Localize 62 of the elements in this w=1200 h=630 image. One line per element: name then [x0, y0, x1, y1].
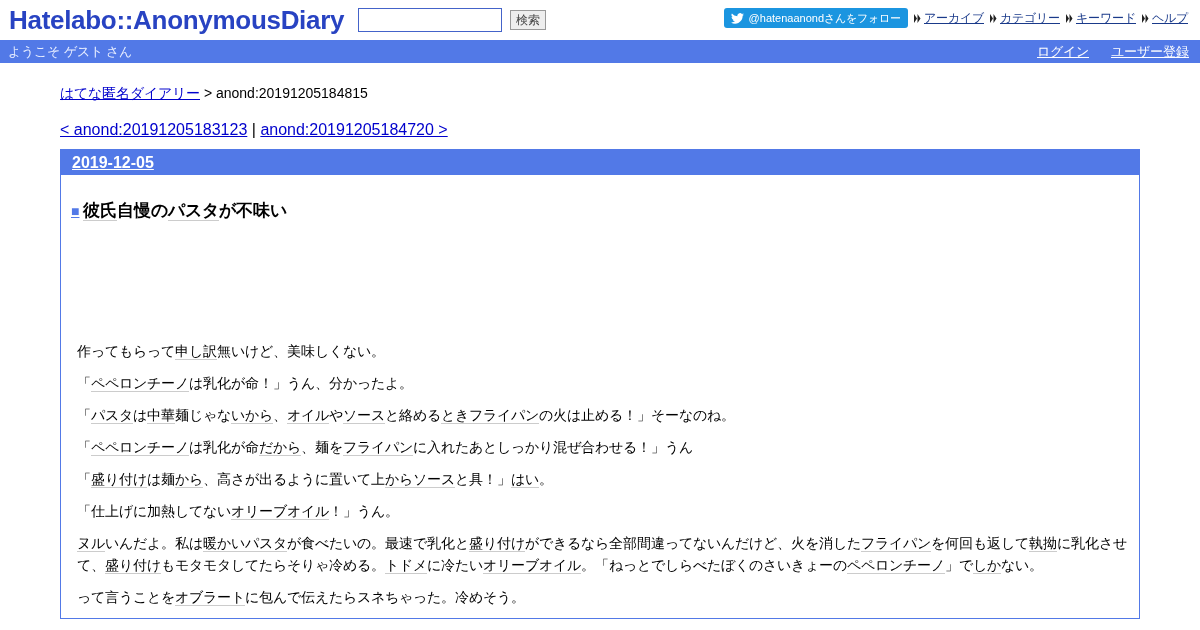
separator: |: [251, 121, 256, 138]
paragraph: ヌルいんだよ。私は暖かいパスタが食べたいの。最速で乳化と盛り付けができるなら全部間違ってないんだけど、火を消したフライパンを何回も返して執拗に乳化させて、盛り付け もモタモタしてたらそりゃ冷める。トドメ に冷たいオリーブオイル。「ねっとでしらべたぼくのさいきょーのペペロンチーノ」でしかない。: [77, 534, 1128, 576]
keyword-link[interactable]: 彼氏: [83, 201, 118, 221]
search-button[interactable]: 検索: [510, 10, 547, 30]
keyword-link[interactable]: ペペロンチーノ: [847, 557, 945, 574]
entry-title: 彼氏自慢のパスタが不味い: [83, 200, 288, 222]
keyword-link[interactable]: しか: [973, 557, 1001, 574]
keyword-link[interactable]: パスタ: [91, 407, 133, 424]
greeting-text: ようこそ ゲスト さん: [8, 42, 133, 61]
keyword-link[interactable]: 盛り付け: [105, 557, 161, 574]
keyword-link[interactable]: パスタ: [168, 201, 220, 221]
breadcrumb-link[interactable]: はてな匿名ダイアリー: [60, 85, 200, 101]
keyword-link[interactable]: ソース: [343, 407, 385, 424]
keyword-link[interactable]: トドメ: [385, 557, 427, 574]
paragraph: 「仕上げに加熱してないオリーブオイル！」うん。: [77, 502, 400, 522]
keyword-link[interactable]: ペペロンチーノ: [91, 439, 189, 456]
keyword-link[interactable]: オリーブオイル: [483, 557, 581, 574]
header-link[interactable]: カテゴリー: [1000, 9, 1060, 27]
breadcrumb-current: > anond:20191205184815: [203, 85, 368, 101]
keyword-link[interactable]: はい: [511, 471, 539, 488]
keyword-link[interactable]: から: [385, 471, 413, 488]
keyword-link[interactable]: いから: [231, 407, 273, 424]
keyword-link[interactable]: 中華: [147, 407, 175, 424]
keyword-link[interactable]: フライパン: [343, 439, 413, 456]
paragraph: 作ってもらって 申し訳無いけど、美味しくない。: [77, 342, 386, 362]
bird-icon: [730, 12, 744, 24]
paragraph: 「ペペロンチーノ は乳化が命だから、麺をフライパンに入れたあとしっかり混ぜ合わせる！」うん: [77, 438, 694, 458]
chevron-icon: [990, 13, 997, 23]
keyword-link[interactable]: フライパン: [469, 407, 539, 424]
keyword-link[interactable]: 執拗: [1029, 535, 1057, 552]
keyword-link[interactable]: から: [175, 471, 203, 488]
previous-entry-link[interactable]: < anond:20191205183123: [60, 121, 248, 138]
user-link[interactable]: ユーザー登録: [1111, 42, 1189, 61]
keyword-link[interactable]: オリーブオイル: [231, 503, 329, 520]
entry-marker-link[interactable]: ■: [71, 200, 80, 222]
keyword-link[interactable]: ソース: [413, 471, 455, 488]
user-link[interactable]: ログイン: [1037, 42, 1089, 61]
keyword-link[interactable]: オブラート: [175, 589, 245, 606]
keyword-link[interactable]: フライパン: [861, 535, 931, 552]
keyword-link[interactable]: 盛り付け: [91, 471, 147, 488]
paragraph: 「盛り付けは麺から、高さが出るように置いて上から ソース と具！」はい。: [77, 470, 554, 490]
site-logo[interactable]: Hatelabo::AnonymousDiary: [9, 4, 345, 36]
date-link[interactable]: 2019-12-05: [72, 153, 154, 172]
keyword-link[interactable]: 盛り付け: [469, 535, 525, 552]
chevron-icon: [1066, 13, 1073, 23]
paragraph: 「ペペロンチーノ は乳化が命！」うん、分かったよ。: [77, 374, 414, 394]
keyword-link[interactable]: 暖かいパスタ: [203, 535, 287, 552]
header-link[interactable]: キーワード: [1076, 9, 1136, 27]
search-field[interactable]: [358, 8, 503, 32]
header-link[interactable]: アーカイブ: [924, 9, 984, 27]
keyword-link[interactable]: ペペロンチーノ: [91, 375, 189, 392]
keyword-link[interactable]: オイル: [287, 407, 329, 424]
keyword-link[interactable]: だから: [259, 439, 301, 456]
chevron-icon: [914, 13, 921, 23]
next-entry-link[interactable]: anond:20191205184720 >: [260, 121, 448, 138]
paragraph: って言うことをオブラート に包んで伝えたらスネちゃった。冷めそう。: [77, 588, 526, 608]
keyword-link[interactable]: とき: [441, 407, 469, 424]
chevron-icon: [1142, 13, 1149, 23]
keyword-link[interactable]: 申し訳: [175, 343, 217, 360]
header-link[interactable]: ヘルプ: [1152, 9, 1188, 27]
keyword-link[interactable]: ヌル: [77, 535, 105, 552]
paragraph: 「パスタ は中華麺じゃないから、オイルやソース と絡める とき フライパンの火は止める！」そーなのね。: [77, 406, 736, 426]
